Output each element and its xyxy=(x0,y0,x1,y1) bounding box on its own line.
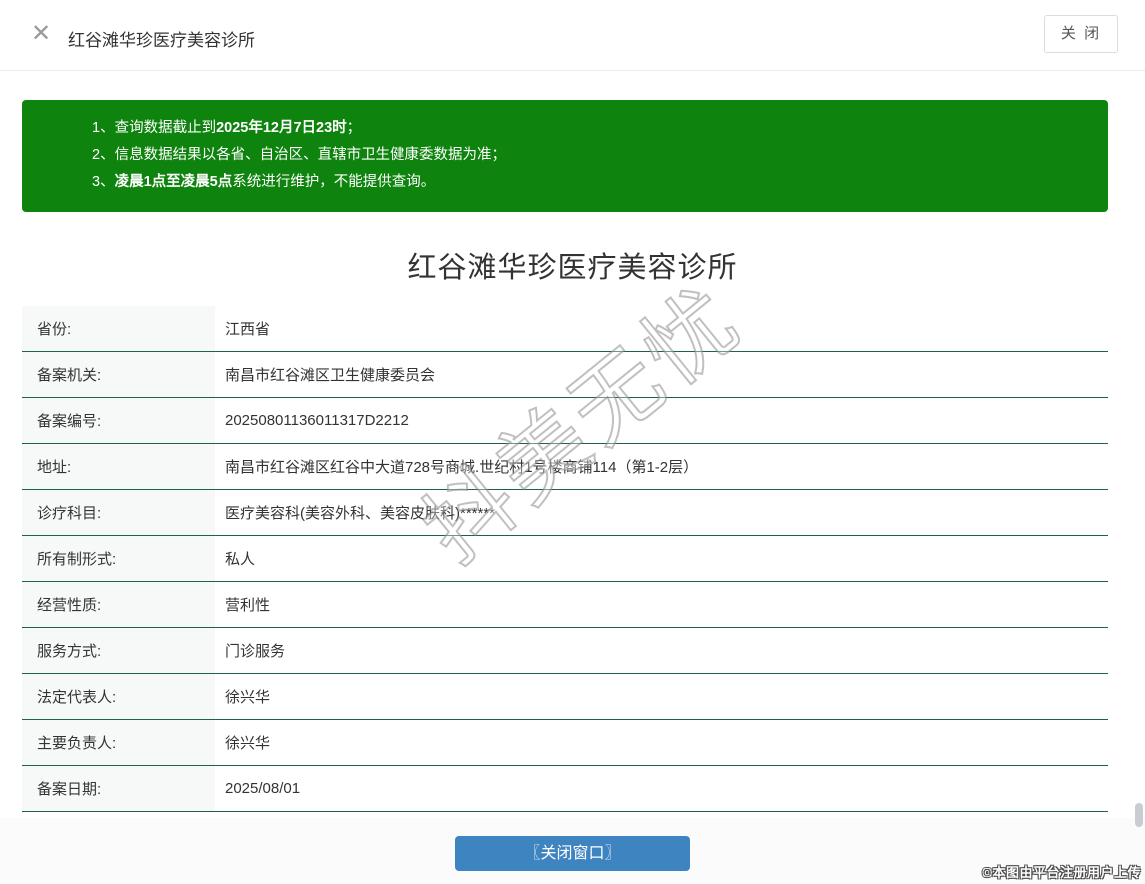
row-value: 徐兴华 xyxy=(215,732,1108,753)
row-label: 服务方式: xyxy=(22,628,215,673)
table-row-ownership: 所有制形式: 私人 xyxy=(22,536,1108,582)
record-detail-table: 省份: 江西省 备案机关: 南昌市红谷滩区卫生健康委员会 备案编号: 20250… xyxy=(22,306,1108,812)
copyright-watermark: ©本图由平台注册用户上传 xyxy=(982,862,1141,881)
row-value: 徐兴华 xyxy=(215,686,1108,707)
table-row-address: 地址: 南昌市红谷滩区红谷中大道728号商城.世纪村1号楼商铺114（第1-2层… xyxy=(22,444,1108,490)
table-row-service-mode: 服务方式: 门诊服务 xyxy=(22,628,1108,674)
window-titlebar: ✕ 红谷滩华珍医疗美容诊所 关 闭 xyxy=(0,0,1145,71)
notice-banner: 1、查询数据截止到2025年12月7日23时； 2、信息数据结果以各省、自治区、… xyxy=(22,100,1108,212)
row-label: 备案机关: xyxy=(22,352,215,397)
footer-bar: 〖关闭窗口〗 xyxy=(0,818,1145,884)
table-row-province: 省份: 江西省 xyxy=(22,306,1108,352)
row-value: 江西省 xyxy=(215,318,1108,339)
close-x-icon[interactable]: ✕ xyxy=(30,23,52,45)
row-value: 2025/08/01 xyxy=(215,780,1108,797)
row-value: 20250801136011317D2212 xyxy=(215,412,1108,429)
vertical-scrollbar-thumb[interactable] xyxy=(1135,803,1143,827)
table-row-filing-date: 备案日期: 2025/08/01 xyxy=(22,766,1108,812)
table-row-filing-authority: 备案机关: 南昌市红谷滩区卫生健康委员会 xyxy=(22,352,1108,398)
row-label: 诊疗科目: xyxy=(22,490,215,535)
row-value: 南昌市红谷滩区红谷中大道728号商城.世纪村1号楼商铺114（第1-2层） xyxy=(215,456,1108,477)
table-row-medical-subjects: 诊疗科目: 医疗美容科(美容外科、美容皮肤科)****** xyxy=(22,490,1108,536)
row-label: 地址: xyxy=(22,444,215,489)
notice-line: 2、信息数据结果以各省、自治区、直辖市卫生健康委数据为准； xyxy=(92,142,1088,169)
table-row-principal: 主要负责人: 徐兴华 xyxy=(22,720,1108,766)
row-value: 南昌市红谷滩区卫生健康委员会 xyxy=(215,364,1108,385)
row-label: 备案编号: xyxy=(22,398,215,443)
row-label: 法定代表人: xyxy=(22,674,215,719)
page-title: 红谷滩华珍医疗美容诊所 xyxy=(0,244,1145,286)
row-label: 经营性质: xyxy=(22,582,215,627)
table-row-legal-representative: 法定代表人: 徐兴华 xyxy=(22,674,1108,720)
row-value: 营利性 xyxy=(215,594,1108,615)
row-value: 门诊服务 xyxy=(215,640,1108,661)
row-label: 所有制形式: xyxy=(22,536,215,581)
row-label: 主要负责人: xyxy=(22,720,215,765)
row-value: 私人 xyxy=(215,548,1108,569)
table-row-filing-number: 备案编号: 20250801136011317D2212 xyxy=(22,398,1108,444)
row-label: 省份: xyxy=(22,306,215,351)
row-value: 医疗美容科(美容外科、美容皮肤科)****** xyxy=(215,502,1108,523)
window-title: 红谷滩华珍医疗美容诊所 xyxy=(68,26,255,51)
close-window-button[interactable]: 〖关闭窗口〗 xyxy=(455,836,690,871)
close-button[interactable]: 关 闭 xyxy=(1044,15,1118,53)
notice-line: 3、凌晨1点至凌晨5点系统进行维护，不能提供查询。 xyxy=(92,169,1088,196)
notice-line: 1、查询数据截止到2025年12月7日23时； xyxy=(92,115,1088,142)
row-label: 备案日期: xyxy=(22,766,215,811)
table-row-business-nature: 经营性质: 营利性 xyxy=(22,582,1108,628)
